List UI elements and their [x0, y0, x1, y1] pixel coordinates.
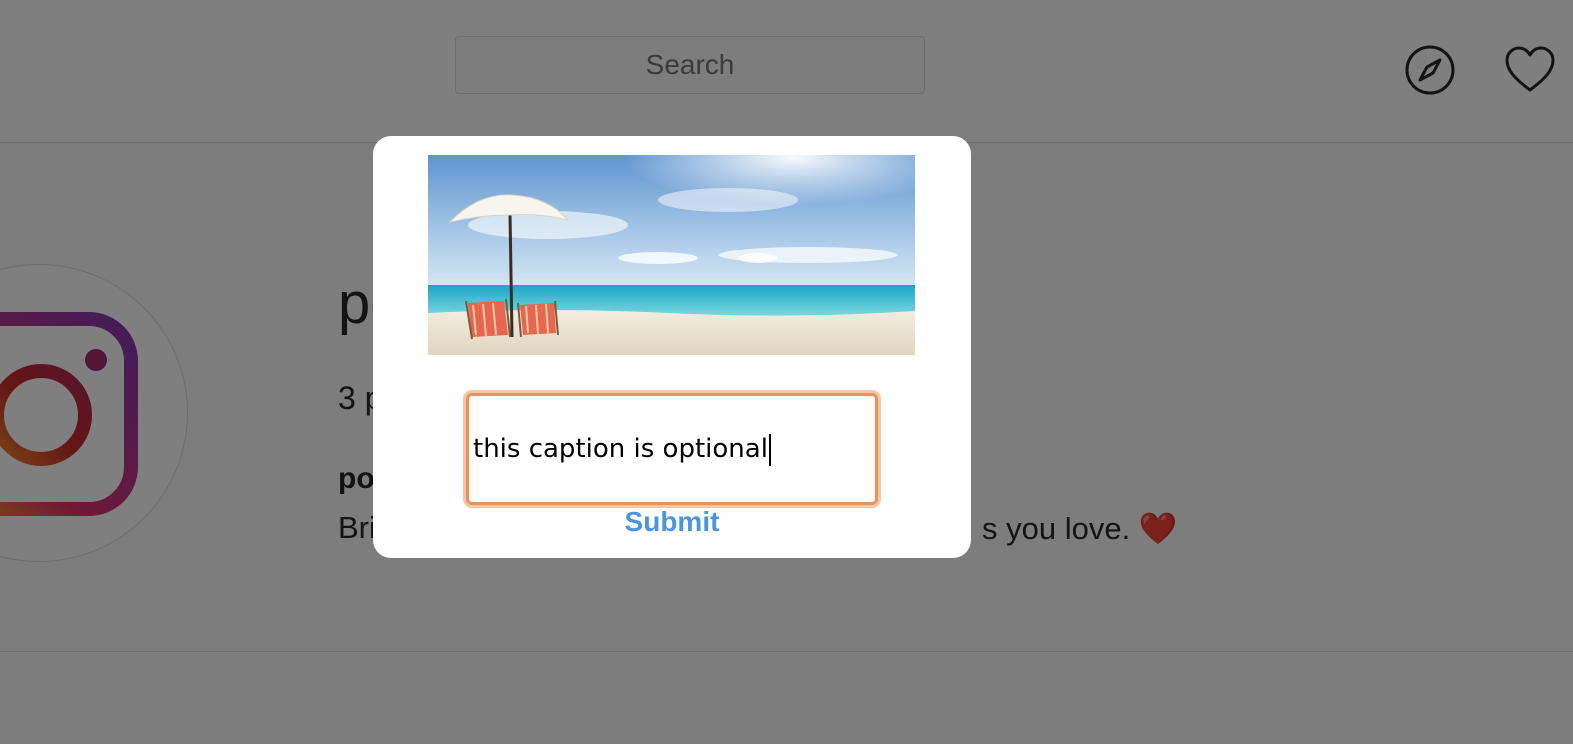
caption-text: this caption is optional — [473, 434, 768, 464]
upload-modal: this caption is optional Submit — [373, 136, 971, 558]
caption-input[interactable]: this caption is optional — [466, 393, 878, 505]
beach-photo — [428, 155, 915, 355]
submit-button[interactable]: Submit — [373, 506, 971, 538]
page: po 3 p po Bri s you love. ❤️ — [0, 0, 1573, 744]
text-cursor — [768, 433, 771, 466]
